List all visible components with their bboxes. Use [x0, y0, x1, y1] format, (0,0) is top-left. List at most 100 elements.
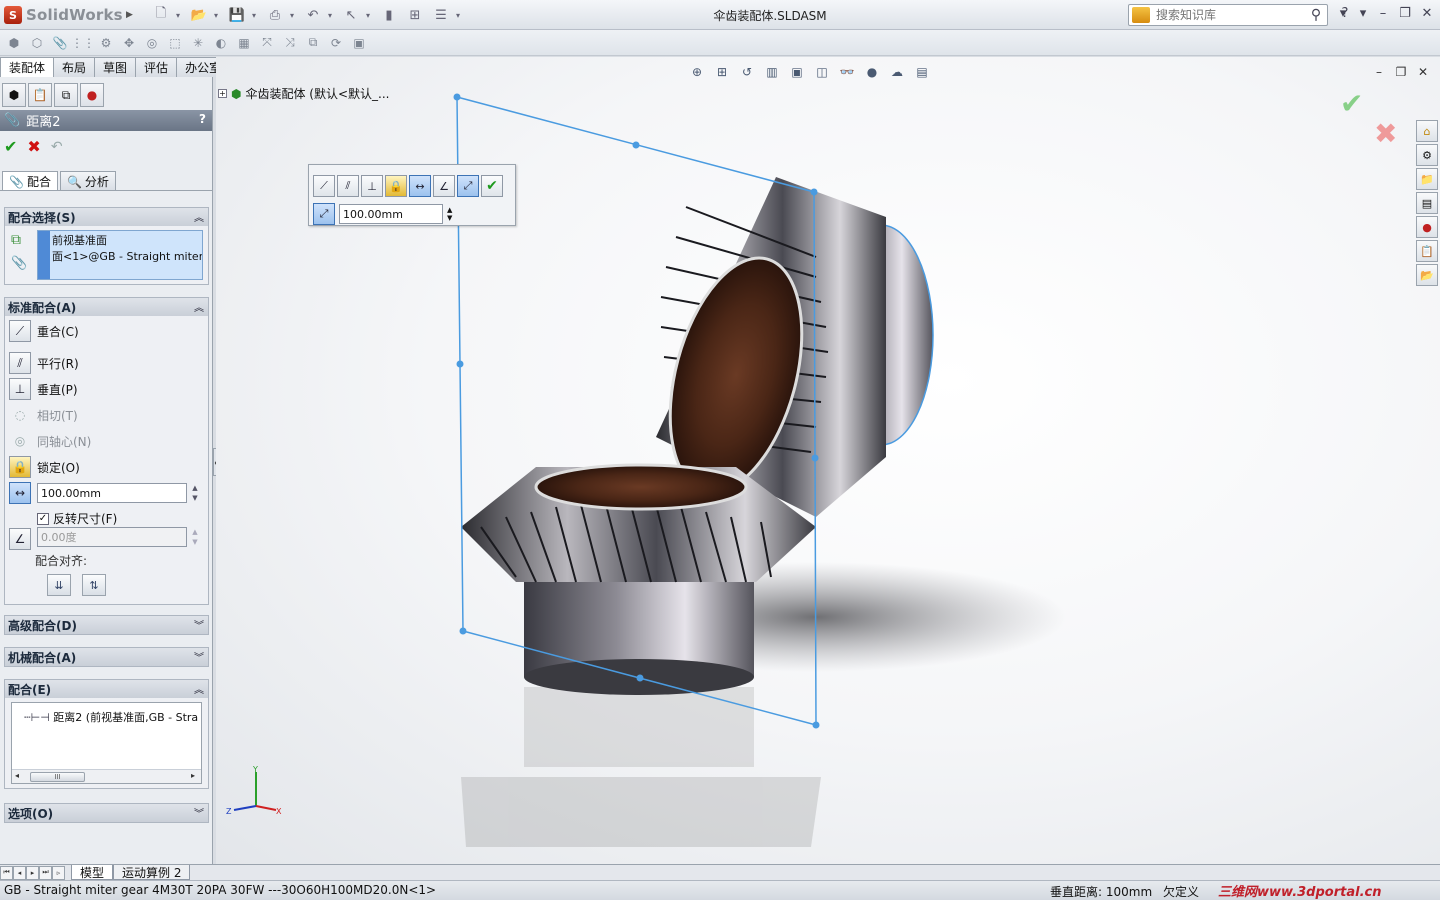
exploded-view-icon[interactable]: ⤧: [257, 34, 277, 52]
mate-selection-list[interactable]: 前视基准面 面<1>@GB - Straight miter gea: [37, 230, 203, 280]
select-dropdown-icon[interactable]: ▾: [366, 11, 374, 20]
close-window-icon[interactable]: ✕: [1418, 6, 1436, 21]
spin-down-icon[interactable]: ▼: [192, 538, 197, 546]
menu-expand-arrow-icon[interactable]: ▶: [126, 6, 134, 24]
minimize-window-icon[interactable]: –: [1374, 6, 1392, 21]
mate-parallel[interactable]: ⫽ 平行(R): [9, 352, 79, 374]
spin-up-icon[interactable]: ▲: [447, 206, 452, 214]
mate-selection-header[interactable]: 配合选择(S) ︽: [5, 208, 208, 226]
distance-spinner[interactable]: ▲ ▼: [189, 483, 201, 503]
perpendicular-icon[interactable]: ⊥: [361, 175, 383, 197]
mate-perpendicular[interactable]: ⊥ 垂直(P): [9, 378, 78, 400]
advanced-mates-header[interactable]: 高级配合(D) ︾: [5, 616, 208, 634]
options-dropdown-icon[interactable]: ▾: [456, 11, 464, 20]
tab-evaluate[interactable]: 评估: [135, 57, 178, 77]
context-distance-spinner[interactable]: ▲ ▼: [447, 206, 452, 222]
solidworks-forum-icon[interactable]: 📂: [1416, 264, 1438, 286]
spin-down-icon[interactable]: ▼: [192, 494, 197, 502]
cancel-x-icon[interactable]: ✖: [27, 137, 40, 156]
scroll-thumb[interactable]: III: [30, 772, 85, 782]
undo-dropdown-icon[interactable]: ▾: [328, 11, 336, 20]
insert-component-icon[interactable]: ⬢: [4, 34, 24, 52]
mate-distance[interactable]: ↔: [9, 482, 31, 504]
appearances-icon[interactable]: ●: [1416, 216, 1438, 238]
options-header[interactable]: 选项(O) ︾: [5, 804, 208, 822]
tab-mates[interactable]: 📎 配合: [2, 171, 58, 191]
parallel-icon[interactable]: ⫽: [337, 175, 359, 197]
tab-sketch[interactable]: 草图: [94, 57, 137, 77]
flip-alignment-icon[interactable]: ⤢: [457, 175, 479, 197]
new-dropdown-icon[interactable]: ▾: [176, 11, 184, 20]
advanced-mates-group[interactable]: 高级配合(D) ︾: [4, 615, 209, 635]
help-button[interactable]: ?: [199, 112, 206, 126]
interference-detection-icon[interactable]: ⧉: [303, 34, 323, 52]
first-tab-arrow-icon[interactable]: ⏮: [0, 865, 13, 880]
mechanical-mates-group[interactable]: 机械配合(A) ︾: [4, 647, 209, 667]
custom-properties-icon[interactable]: 📋: [1416, 240, 1438, 262]
save-icon[interactable]: 💾: [226, 5, 248, 25]
knowledge-search-box[interactable]: ⚲: [1128, 4, 1328, 26]
tab-motion-study-2[interactable]: 运动算例 2: [113, 865, 191, 880]
tab-layout[interactable]: 布局: [53, 57, 96, 77]
options-group[interactable]: 选项(O) ︾: [4, 803, 209, 823]
angle-icon[interactable]: ∠: [433, 175, 455, 197]
file-properties-icon[interactable]: ⊞: [404, 5, 426, 25]
new-motion-study-icon[interactable]: ◐: [211, 34, 231, 52]
open-dropdown-icon[interactable]: ▾: [214, 11, 222, 20]
instant3d-icon[interactable]: ⟳: [326, 34, 346, 52]
add-finish-mate-icon[interactable]: ✔: [481, 175, 503, 197]
expand-chevron-icon[interactable]: ︾: [194, 617, 204, 632]
smart-fasteners-icon[interactable]: ⚙: [96, 34, 116, 52]
graphics-area[interactable]: + ⬢ 伞齿装配体 (默认<默认_... ⊕ ⊞ ↺ ▥ ▣ ◫ 👓 ● ☁ ▤…: [216, 57, 1440, 864]
tab-analysis[interactable]: 🔍 分析: [59, 171, 116, 191]
mate-lock[interactable]: 🔒 锁定(O): [9, 456, 80, 478]
property-manager-tab-icon[interactable]: 📋: [28, 83, 52, 107]
display-manager-tab-icon[interactable]: ●: [80, 83, 104, 107]
more-tabs-arrow-icon[interactable]: ▹: [52, 865, 65, 880]
move-component-icon[interactable]: ✥: [119, 34, 139, 52]
undo-icon[interactable]: ↶: [302, 5, 324, 25]
open-icon[interactable]: 📂: [188, 5, 210, 25]
flip-dimension-icon[interactable]: ⤢: [313, 203, 335, 225]
linear-pattern-icon[interactable]: ⋮⋮: [71, 34, 95, 52]
flip-dimension-check-icon[interactable]: ✓: [37, 512, 49, 525]
scroll-left-icon[interactable]: ◂: [15, 771, 19, 780]
scroll-right-icon[interactable]: ▸: [191, 771, 195, 780]
help-dropdown-icon[interactable]: ▾: [1354, 6, 1372, 21]
mate-coincident[interactable]: ⟋ 重合(C): [9, 320, 79, 342]
spin-up-icon[interactable]: ▲: [192, 528, 197, 536]
file-explorer-icon[interactable]: 📁: [1416, 168, 1438, 190]
save-dropdown-icon[interactable]: ▾: [252, 11, 260, 20]
solidworks-resources-icon[interactable]: ⌂: [1416, 120, 1438, 142]
ok-check-icon[interactable]: ✔: [4, 137, 17, 156]
lock-icon[interactable]: 🔒: [385, 175, 407, 197]
last-tab-arrow-icon[interactable]: ⏭: [39, 865, 52, 880]
angle-input[interactable]: 0.00度: [37, 527, 187, 547]
explode-line-sketch-icon[interactable]: ⤨: [280, 34, 300, 52]
distance-icon[interactable]: ↔: [409, 175, 431, 197]
expand-chevron-icon[interactable]: ︾: [194, 649, 204, 664]
mate-angle[interactable]: ∠: [9, 528, 31, 550]
search-icon[interactable]: ⚲: [1305, 7, 1327, 23]
undo-icon[interactable]: ↶: [51, 139, 63, 155]
collapse-chevron-icon[interactable]: ︽: [194, 209, 204, 224]
reference-geometry-icon[interactable]: ✳: [188, 34, 208, 52]
tab-model[interactable]: 模型: [71, 865, 114, 880]
select-icon[interactable]: ↖: [340, 5, 362, 25]
view-palette-icon[interactable]: ▤: [1416, 192, 1438, 214]
mate-icon[interactable]: 📎: [50, 34, 70, 52]
image-icon[interactable]: ▣: [349, 34, 369, 52]
coincident-icon[interactable]: ⟋: [313, 175, 335, 197]
print-dropdown-icon[interactable]: ▾: [290, 11, 298, 20]
design-library-icon[interactable]: ⚙: [1416, 144, 1438, 166]
expand-chevron-icon[interactable]: ︾: [194, 805, 204, 820]
context-distance-input[interactable]: 100.00mm: [339, 204, 443, 224]
list-item[interactable]: ┄⊢⊣ 距离2 (前视基准面,GB - Stra: [24, 709, 200, 725]
rebuild-icon[interactable]: ▮: [378, 5, 400, 25]
standard-mates-header[interactable]: 标准配合(A) ︽: [5, 298, 208, 316]
prev-tab-arrow-icon[interactable]: ◂: [13, 865, 26, 880]
anti-aligned-button[interactable]: ⇅: [82, 574, 106, 596]
selection-item-face[interactable]: 面<1>@GB - Straight miter gea: [52, 249, 202, 265]
bill-of-materials-icon[interactable]: ▦: [234, 34, 254, 52]
feature-manager-tab-icon[interactable]: ⬢: [2, 83, 26, 107]
